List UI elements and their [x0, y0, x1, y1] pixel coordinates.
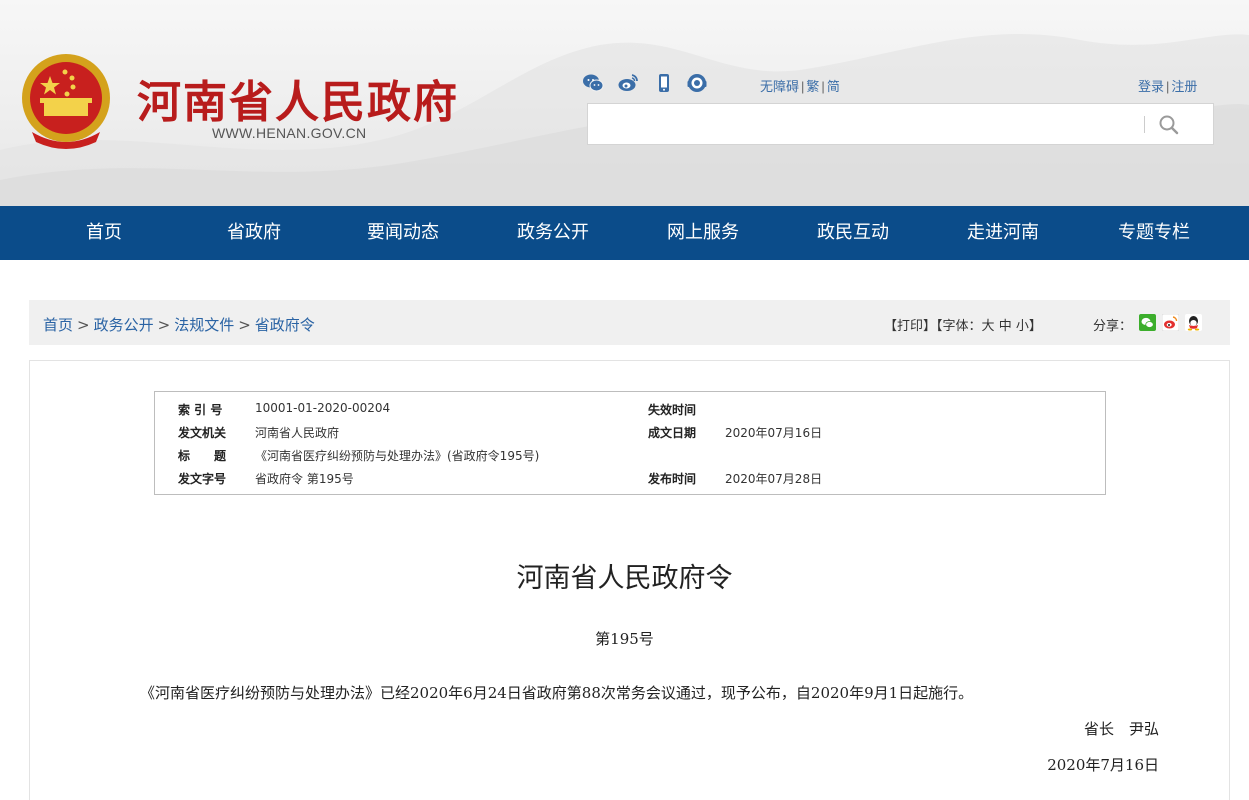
main-nav: 首页 省政府 要闻动态 政务公开 网上服务 政民互动 走进河南 专题专栏	[0, 206, 1249, 260]
breadcrumb-separator: >	[157, 316, 171, 334]
breadcrumb-regulations[interactable]: 法规文件	[174, 316, 234, 334]
breadcrumb-separator: >	[238, 316, 251, 334]
weibo-icon[interactable]	[617, 72, 639, 94]
nav-item-interaction[interactable]: 政民互动	[778, 206, 928, 260]
written-date-value: 2020年07月16日	[725, 426, 823, 440]
share-label: 分享：	[1093, 319, 1133, 334]
document-date: 2020年7月16日	[1047, 756, 1159, 774]
font-small-button[interactable]: 小	[1016, 319, 1029, 334]
search-divider	[1144, 116, 1145, 133]
nav-item-news[interactable]: 要闻动态	[328, 206, 478, 260]
print-button[interactable]: 【打印】	[884, 319, 936, 334]
login-link[interactable]: 登录	[1138, 79, 1164, 94]
breadcrumb-home[interactable]: 首页	[43, 316, 73, 334]
auth-links: 登录 | 注册	[1138, 79, 1198, 94]
language-links: 无障碍 | 繁 | 简	[760, 79, 840, 94]
expiry-time-label: 失效时间	[648, 403, 697, 417]
nav-item-special-topics[interactable]: 专题专栏	[1079, 206, 1229, 260]
share-qq-icon[interactable]	[1185, 314, 1202, 331]
font-large-button[interactable]: 大	[982, 319, 995, 334]
index-number-label: 索 引 号	[178, 403, 223, 417]
breadcrumb-bar: 首页 > 政务公开 > 法规文件 > 省政府令 【打印】【字体：大 中 小】 分享：	[29, 300, 1230, 345]
doc-number-label: 发文字号	[178, 472, 227, 486]
traditional-chinese-link[interactable]: 繁	[806, 79, 819, 94]
headset-icon[interactable]	[686, 72, 708, 94]
issuer-value: 河南省人民政府	[255, 426, 340, 440]
national-emblem-icon	[22, 54, 110, 149]
publish-time-label: 发布时间	[648, 472, 697, 486]
written-date-label: 成文日期	[648, 426, 697, 440]
document-signature: 省长 尹弘	[1083, 720, 1159, 738]
nav-item-home[interactable]: 首页	[29, 206, 179, 260]
search-icon[interactable]	[1156, 112, 1182, 138]
doc-title-value: 《河南省医疗纠纷预防与处理办法》(省政府令195号)	[255, 449, 540, 463]
site-title[interactable]: 河南省人民政府	[137, 66, 459, 130]
issuer-label: 发文机关	[178, 426, 227, 440]
share-wechat-icon[interactable]	[1139, 314, 1156, 331]
publish-time-value: 2020年07月28日	[725, 472, 823, 486]
doc-number-value: 省政府令 第195号	[255, 472, 354, 486]
document-number: 第195号	[595, 630, 654, 648]
nav-item-online-services[interactable]: 网上服务	[628, 206, 778, 260]
accessibility-link[interactable]: 无障碍	[760, 79, 799, 94]
doc-title-label: 标 题	[178, 449, 227, 463]
breadcrumb-gov-affairs[interactable]: 政务公开	[94, 316, 154, 334]
wechat-icon[interactable]	[582, 72, 604, 94]
breadcrumb: 首页 > 政务公开 > 法规文件 > 省政府令	[43, 314, 315, 335]
share-weibo-icon[interactable]	[1162, 314, 1179, 331]
breadcrumb-separator: >	[77, 316, 90, 334]
register-link[interactable]: 注册	[1171, 79, 1197, 94]
document-body: 《河南省医疗纠纷预防与处理办法》已经2020年6月24日省政府第88次常务会议通…	[140, 684, 974, 702]
document-metadata-table: 索 引 号 10001-01-2020-00204 失效时间 发文机关 河南省人…	[154, 391, 1106, 495]
mobile-icon[interactable]	[653, 72, 675, 94]
font-medium-button[interactable]: 中	[999, 319, 1012, 334]
font-size-label: 【字体：	[936, 319, 982, 334]
site-header: 河南省人民政府 WWW.HENAN.GOV.CN 无障碍 | 繁 | 简 登录 | 注册	[0, 0, 1249, 206]
search-box	[587, 103, 1214, 145]
breadcrumb-gov-orders[interactable]: 省政府令	[255, 316, 315, 334]
page-tools: 【打印】【字体：大 中 小】	[884, 315, 1042, 334]
document-title: 河南省人民政府令	[516, 563, 733, 594]
site-url: WWW.HENAN.GOV.CN	[212, 125, 367, 141]
nav-item-about-henan[interactable]: 走进河南	[928, 206, 1078, 260]
nav-item-provincial-gov[interactable]: 省政府	[179, 206, 329, 260]
index-number-value: 10001-01-2020-00204	[255, 401, 391, 415]
nav-item-gov-affairs[interactable]: 政务公开	[478, 206, 628, 260]
font-size-suffix: 】	[1028, 319, 1042, 334]
search-input[interactable]	[588, 104, 1138, 144]
simplified-chinese-link[interactable]: 简	[827, 79, 840, 94]
